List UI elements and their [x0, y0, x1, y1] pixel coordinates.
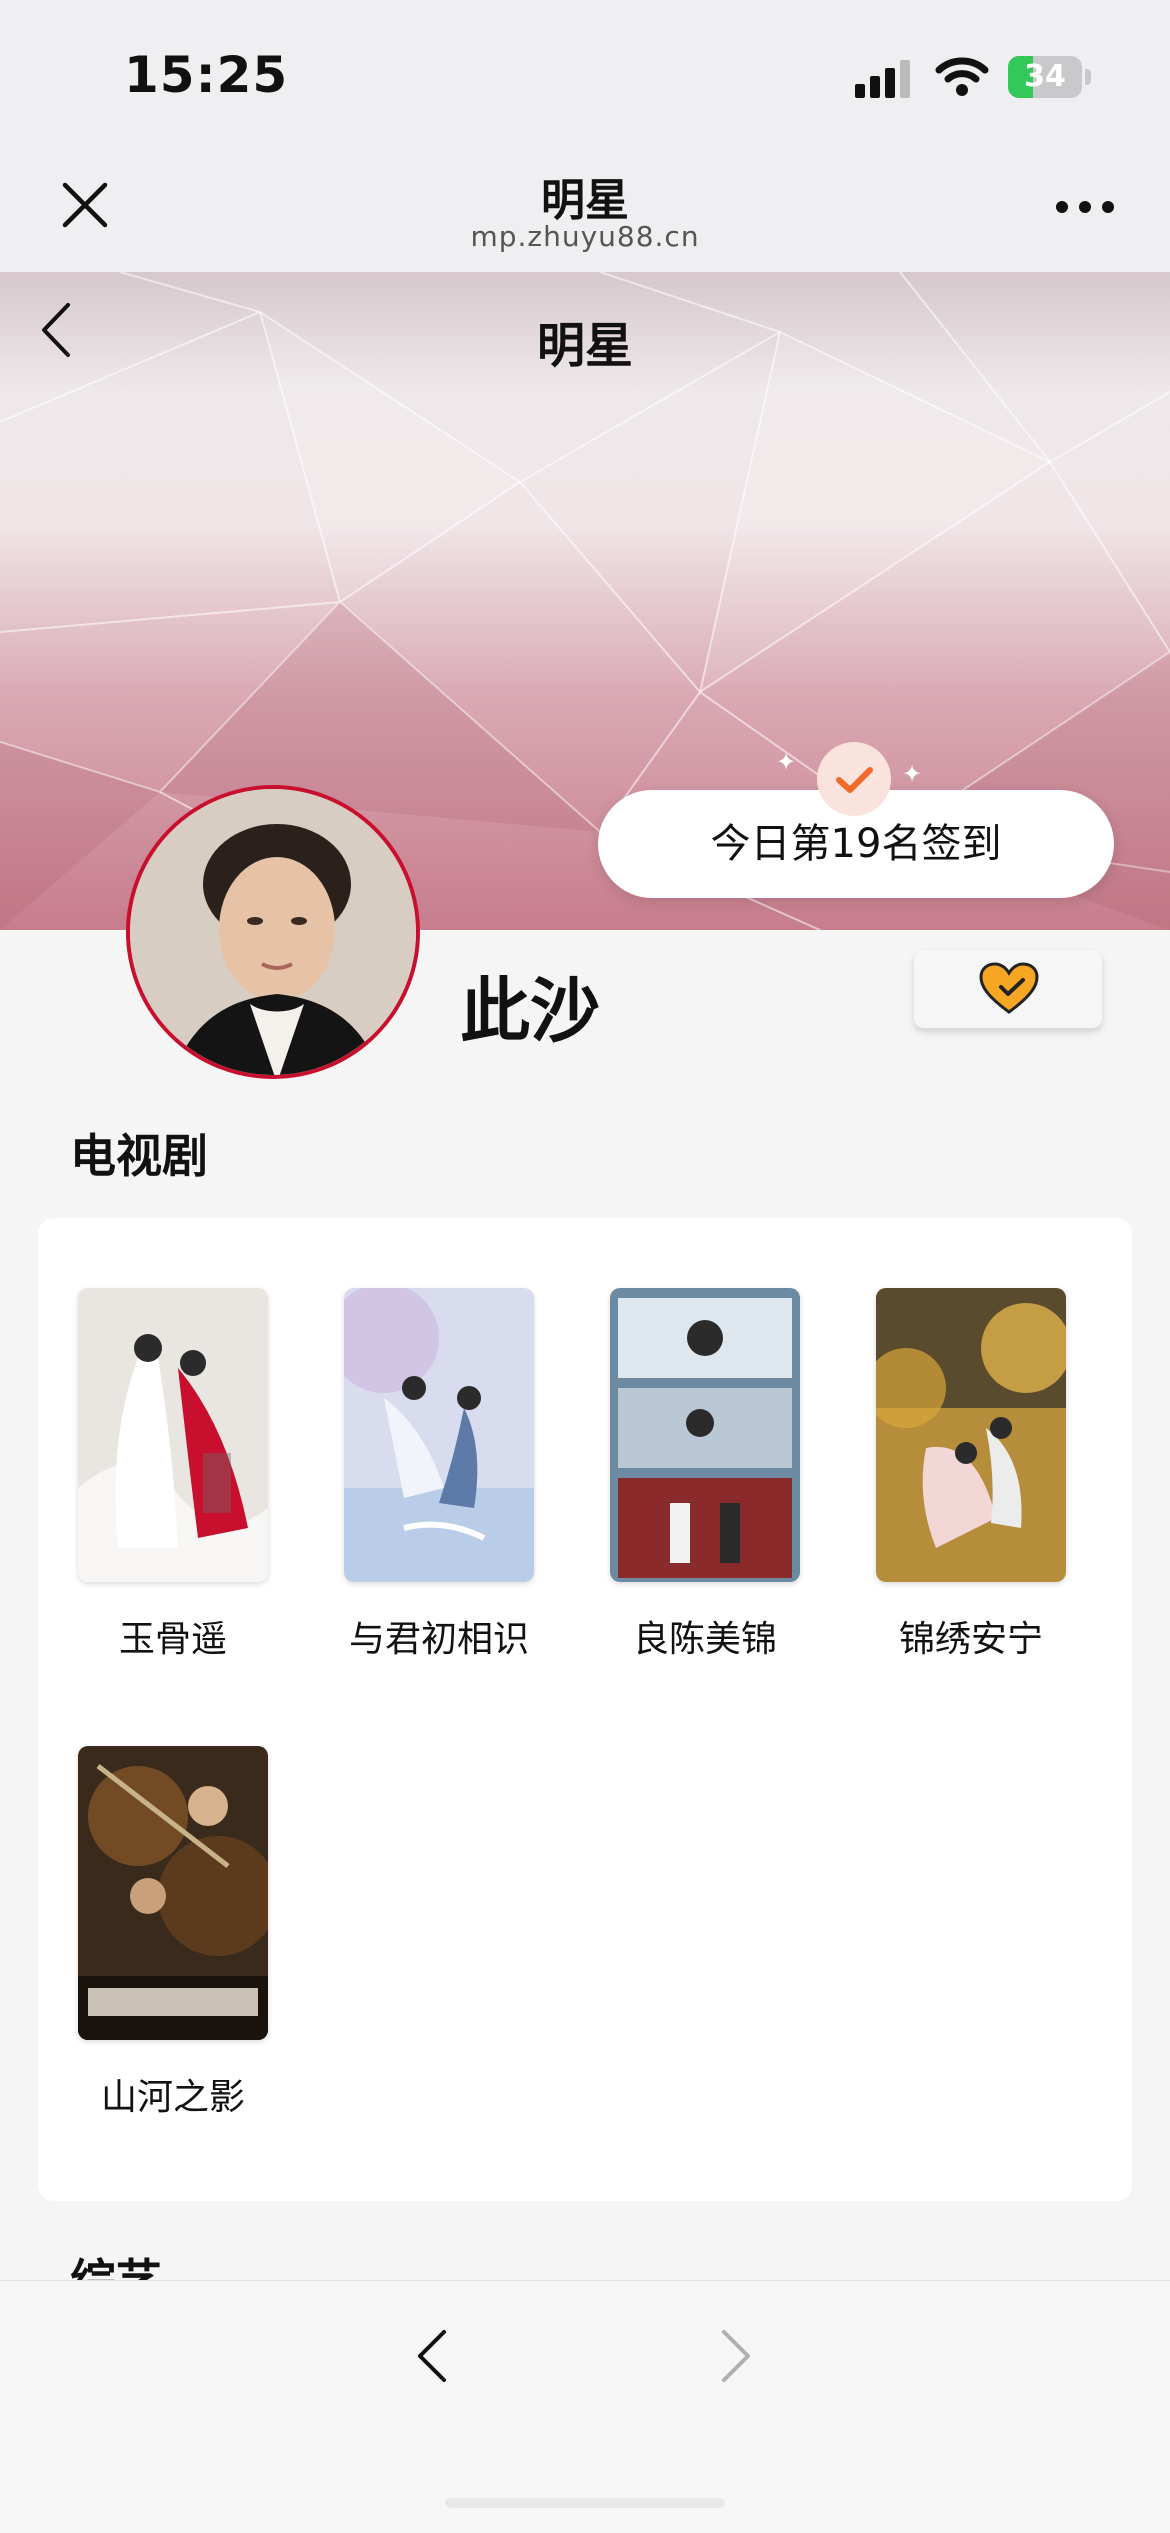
more-icon[interactable]	[1055, 200, 1115, 214]
tv-drama-card: 玉骨遥 与君初相识 良陈美锦 锦绣安宁 山河之影	[38, 1218, 1132, 2201]
drama-poster[interactable]	[78, 1288, 268, 1582]
heart-check-icon	[979, 962, 1039, 1014]
browser-forward-icon[interactable]	[716, 2326, 756, 2386]
wifi-icon	[935, 57, 989, 96]
drama-title: 玉骨遥	[118, 1619, 227, 1660]
status-bar: 15:25 34	[0, 0, 1170, 140]
avatar[interactable]	[126, 785, 420, 1079]
drama-title: 与君初相识	[348, 1619, 529, 1660]
profile-name: 此沙	[460, 970, 600, 1052]
status-time: 15:25	[124, 46, 289, 104]
home-indicator[interactable]	[445, 2498, 725, 2508]
drama-title: 良陈美锦	[632, 1619, 777, 1660]
drama-title: 山河之影	[100, 2077, 245, 2118]
drama-poster[interactable]	[876, 1288, 1066, 1582]
battery-percent: 34	[1024, 59, 1066, 94]
sparkle-icon: ✦	[776, 748, 797, 776]
drama-poster[interactable]	[78, 1746, 268, 2040]
checkmark-icon	[836, 767, 873, 793]
checkin-badge	[817, 742, 891, 816]
follow-button[interactable]	[914, 950, 1102, 1028]
browser-back-icon[interactable]	[412, 2326, 452, 2386]
drama-poster[interactable]	[344, 1288, 534, 1582]
miniprogram-title: 明星	[541, 175, 629, 226]
page-title: 明星	[536, 318, 633, 374]
avatar-image	[130, 789, 416, 1075]
sparkle-icon: ✦	[902, 760, 923, 788]
drama-title: 锦绣安宁	[898, 1619, 1043, 1660]
drama-poster[interactable]	[610, 1288, 800, 1582]
miniprogram-domain: mp.zhuyu88.cn	[470, 220, 700, 253]
cellular-signal-icon	[855, 60, 910, 98]
section-title-tv: 电视剧	[70, 1129, 208, 1183]
battery-icon: 34	[1008, 56, 1092, 98]
bottom-toolbar	[0, 2280, 1170, 2533]
